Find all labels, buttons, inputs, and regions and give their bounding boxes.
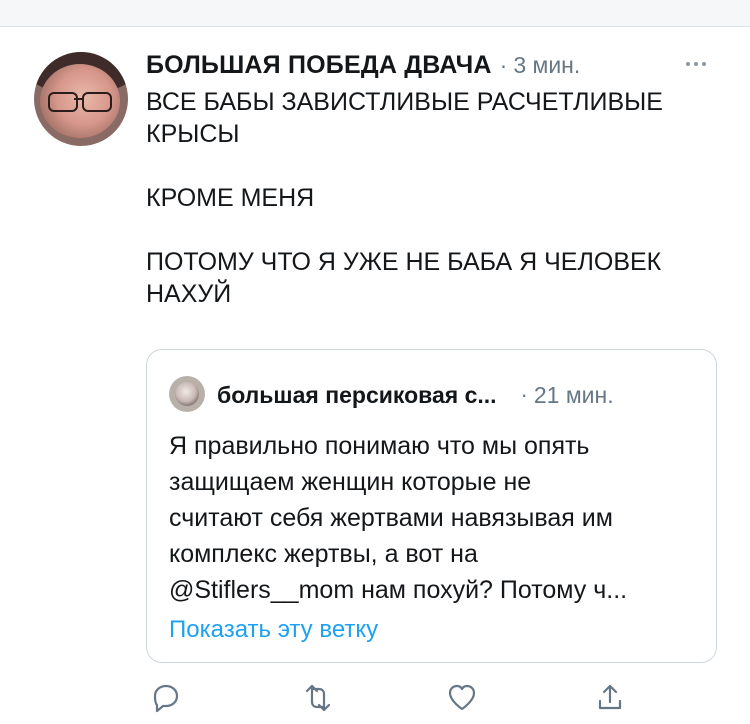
quoted-timestamp: 21 мин. [533, 381, 614, 408]
quoted-line: комплекс жертвы, а вот на [169, 540, 478, 568]
quoted-header: большая персиковая с... · 21 мин. [217, 380, 614, 410]
tweet-line: КРОМЕ МЕНЯ [146, 184, 315, 212]
tweet-timestamp[interactable]: 3 мин. [513, 52, 580, 79]
retweet-icon[interactable] [298, 678, 338, 718]
quoted-separator: · [520, 382, 528, 407]
tweet-line [146, 214, 736, 246]
quoted-author-name: большая персиковая с... [217, 381, 497, 408]
share-icon[interactable] [590, 678, 630, 718]
show-thread-link[interactable]: Показать эту ветку [169, 616, 378, 644]
header-separator: · [499, 51, 508, 78]
quoted-author-avatar [169, 376, 205, 412]
tweet-line: НАХУЙ [146, 280, 232, 308]
quoted-line: защищаем женщин которые не [169, 468, 532, 496]
author-avatar[interactable] [34, 52, 128, 146]
tweet-line: КРЫСЫ [146, 120, 240, 148]
quoted-line: Я правильно понимаю что мы опять [169, 432, 590, 460]
avatar-glasses [48, 92, 114, 112]
tweet-line: ПОТОМУ ЧТО Я УЖЕ НЕ БАБА Я ЧЕЛОВЕК [146, 248, 662, 276]
quoted-text: Я правильно понимаю что мы опять защищае… [169, 428, 699, 608]
tweet-header: БОЛЬШАЯ ПОБЕДА ДВАЧА · 3 мин. [146, 48, 580, 82]
author-name[interactable]: БОЛЬШАЯ ПОБЕДА ДВАЧА [146, 51, 492, 80]
quoted-line: считают себя жертвами навязывая им [169, 504, 613, 532]
quoted-tweet-card[interactable]: большая персиковая с... · 21 мин. Я прав… [146, 349, 717, 663]
reply-icon[interactable] [146, 678, 186, 718]
tweet-line: ВСЕ БАБЫ ЗАВИСТЛИВЫЕ РАСЧЕТЛИВЫЕ [146, 88, 663, 116]
top-divider [0, 0, 750, 27]
more-horizontal-icon[interactable] [686, 52, 716, 76]
tweet-line [146, 150, 736, 182]
like-icon[interactable] [442, 678, 482, 718]
tweet-text: ВСЕ БАБЫ ЗАВИСТЛИВЫЕ РАСЧЕТЛИВЫЕ КРЫСЫ К… [146, 86, 736, 310]
quoted-line: @Stiflers__mom нам похуй? Потому ч... [169, 576, 628, 604]
tweet-actions [146, 678, 666, 720]
